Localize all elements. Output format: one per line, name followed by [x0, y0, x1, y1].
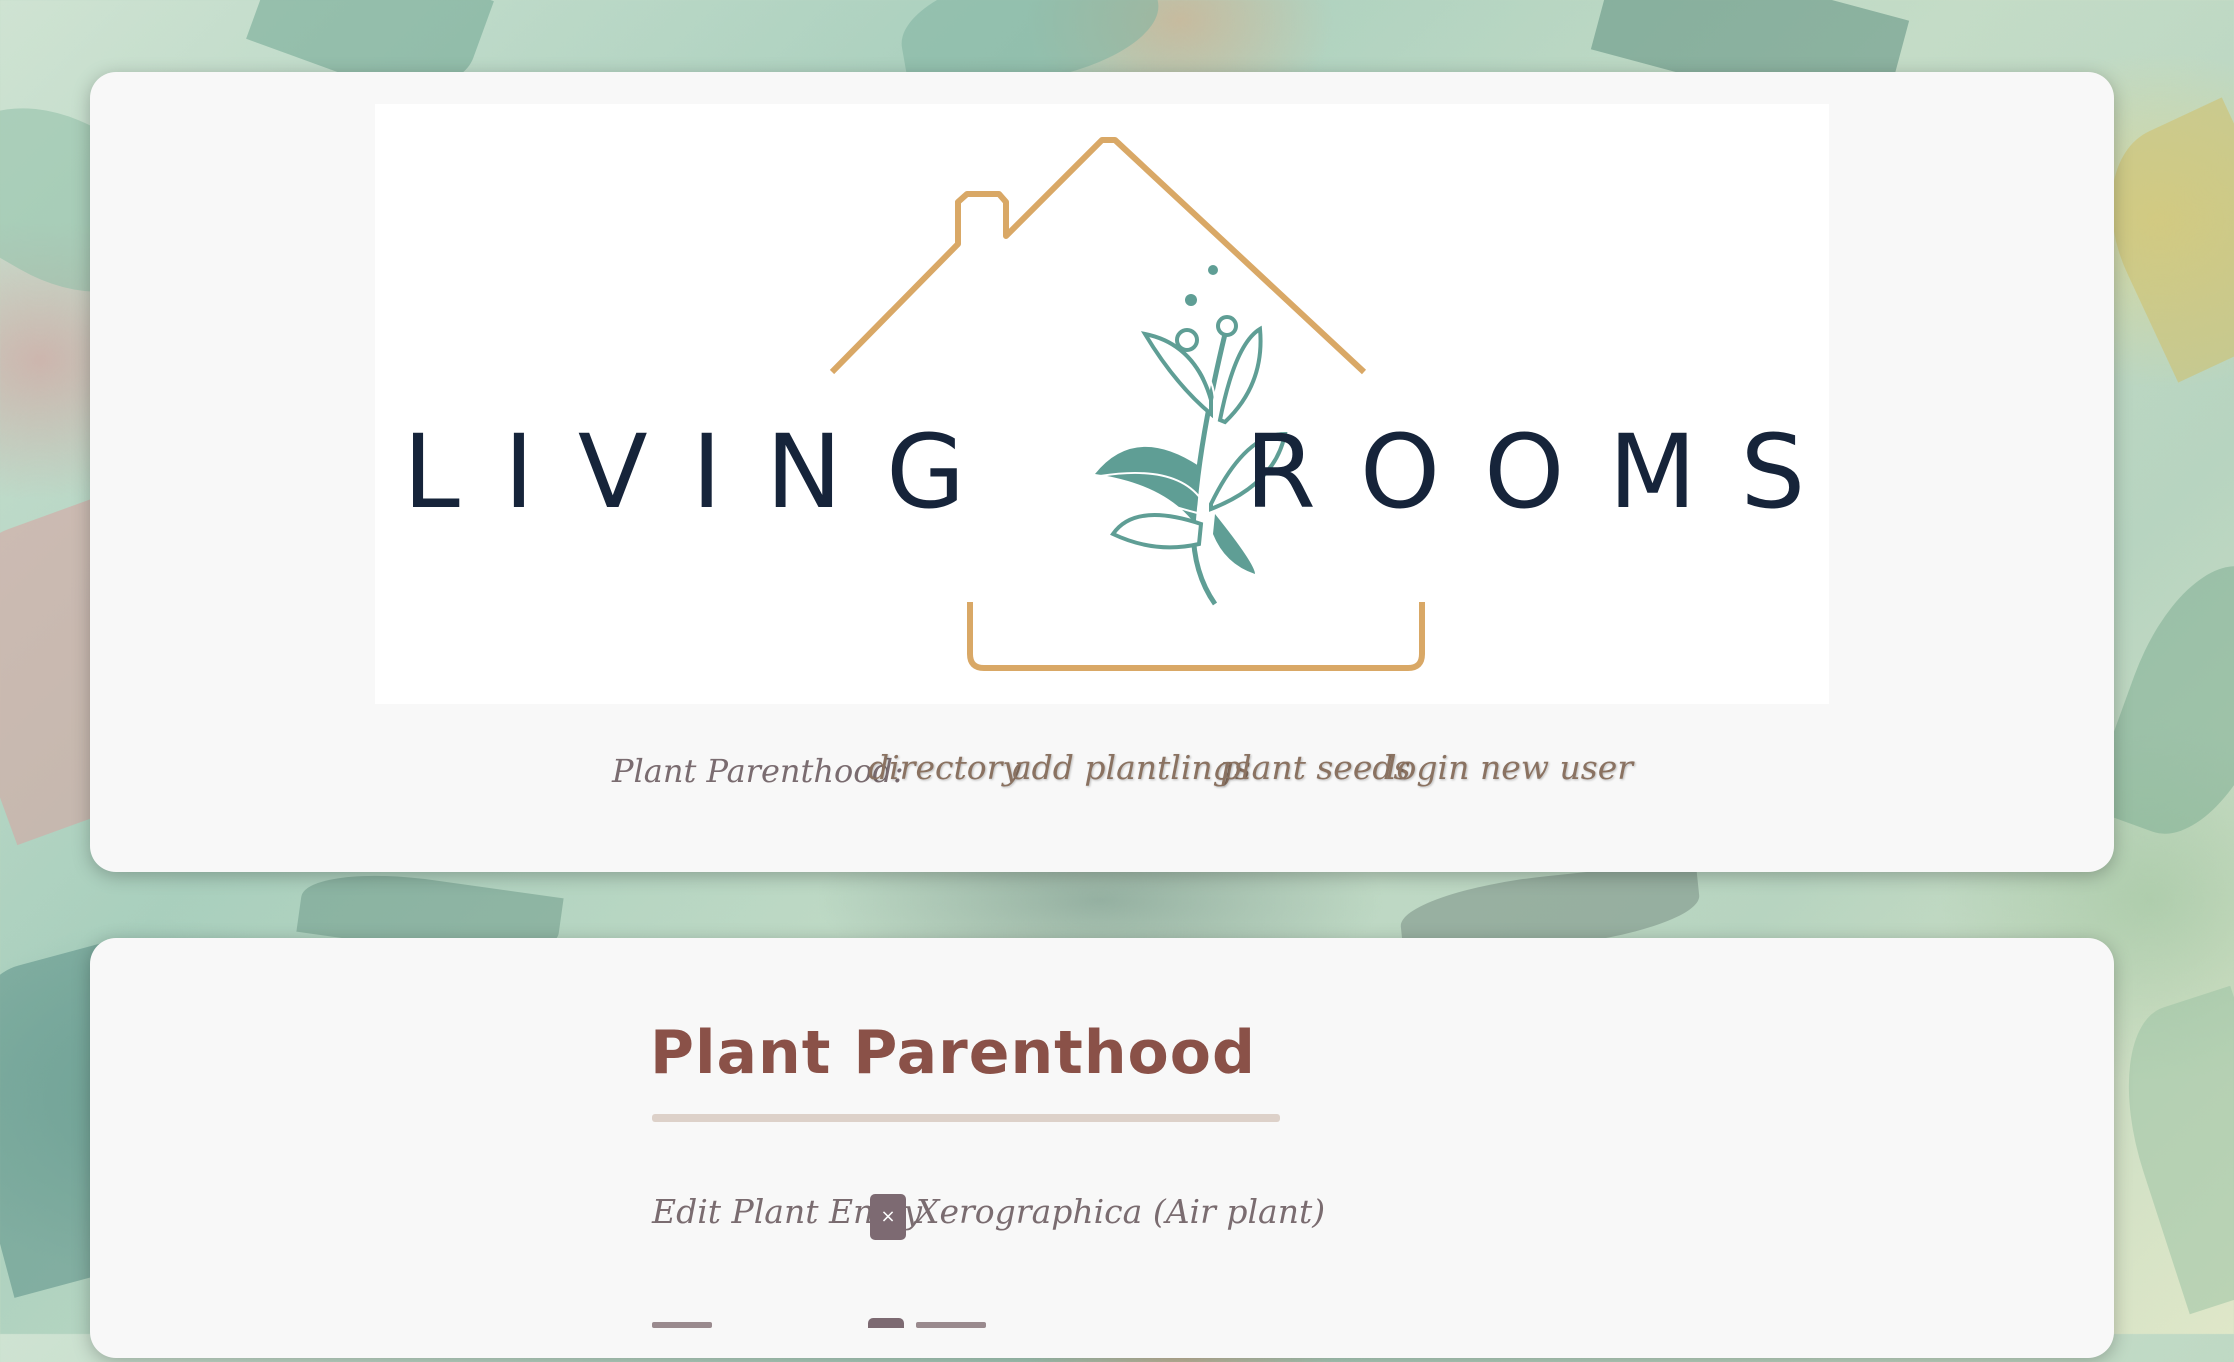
cut-off-label [652, 1322, 712, 1328]
cut-off-checkbox[interactable] [868, 1318, 904, 1328]
close-icon[interactable]: × [870, 1194, 906, 1240]
header-panel: LIVING ROOMS Plant Parenthood: directory… [90, 72, 2114, 872]
plant-name: Xerographica (Air plant) [916, 1192, 1326, 1231]
logo-word-living: LIVING [403, 413, 1010, 532]
nav-link-login[interactable]: login [1386, 748, 1469, 787]
logo-word-rooms: ROOMS [1245, 413, 1850, 532]
cut-off-form-row [652, 1318, 1352, 1362]
cut-off-label-2 [916, 1322, 986, 1328]
nav-link-directory[interactable]: directory [868, 748, 1021, 787]
title-divider [652, 1114, 1280, 1122]
background-leaf [2097, 985, 2234, 1315]
content-panel: Plant Parenthood Edit Plant Entry × Xero… [90, 938, 2114, 1358]
main-nav: Plant Parenthood: directory add plantlin… [90, 744, 2114, 804]
nav-label: Plant Parenthood: [612, 752, 904, 790]
nav-link-new-user[interactable]: new user [1480, 748, 1633, 787]
page-title: Plant Parenthood [650, 1018, 1256, 1088]
site-logo[interactable]: LIVING ROOMS [375, 104, 1829, 704]
nav-link-add-plantlings[interactable]: add plantlings [1012, 748, 1251, 787]
nav-link-plant-seeds[interactable]: plant seeds [1220, 748, 1410, 787]
house-plant-logo-icon [829, 137, 1425, 671]
